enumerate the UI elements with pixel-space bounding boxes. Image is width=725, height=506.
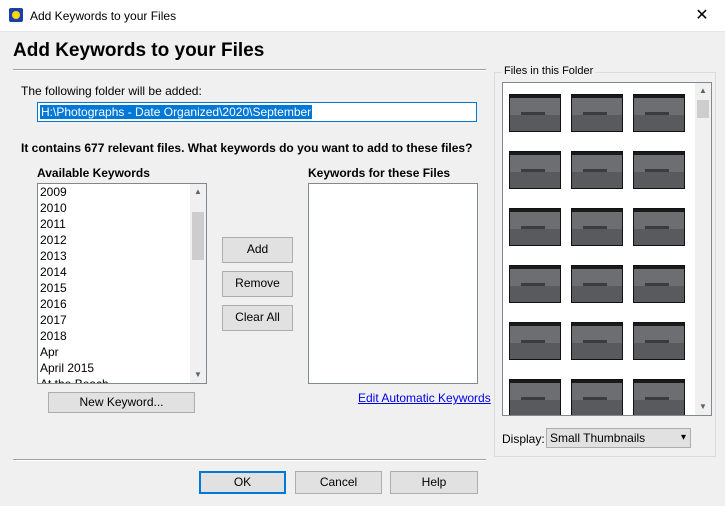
file-thumbnail[interactable] — [571, 208, 623, 246]
close-icon[interactable]: ✕ — [679, 0, 725, 31]
list-item[interactable]: 2013 — [38, 248, 190, 264]
list-item[interactable]: 2017 — [38, 312, 190, 328]
file-thumbnail[interactable] — [509, 94, 561, 132]
help-button[interactable]: Help — [390, 471, 478, 494]
window-title: Add Keywords to your Files — [30, 9, 177, 23]
file-thumbnail[interactable] — [509, 208, 561, 246]
edit-automatic-keywords-link[interactable]: Edit Automatic Keywords — [358, 391, 491, 405]
available-keywords-label: Available Keywords — [37, 166, 150, 180]
list-item[interactable]: Apr — [38, 344, 190, 360]
file-thumbnail[interactable] — [633, 208, 685, 246]
clear-all-button[interactable]: Clear All — [222, 305, 293, 331]
file-thumbnail[interactable] — [509, 322, 561, 360]
file-thumbnail[interactable] — [571, 94, 623, 132]
files-group-label: Files in this Folder — [502, 65, 596, 77]
thumbnail-scrollbar[interactable]: ▲ ▼ — [695, 83, 711, 415]
title-divider — [13, 69, 486, 71]
app-star-icon — [9, 8, 23, 22]
scroll-thumb[interactable] — [192, 211, 204, 260]
list-item[interactable]: 2016 — [38, 296, 190, 312]
file-thumbnail[interactable] — [571, 322, 623, 360]
available-keywords-scrollbar[interactable]: ▲ ▼ — [190, 184, 206, 383]
add-button[interactable]: Add — [222, 237, 293, 263]
remove-button[interactable]: Remove — [222, 271, 293, 297]
list-item[interactable]: 2014 — [38, 264, 190, 280]
available-keywords-items: 2009 2010 2011 2012 2013 2014 2015 2016 2017 2018… — [38, 184, 190, 383]
display-value: Small Thumbnails — [550, 431, 646, 445]
file-thumbnail[interactable] — [633, 151, 685, 189]
display-label: Display: — [502, 432, 545, 446]
folder-path-text: H:\Photographs - Date Organized\2020\Sep… — [40, 105, 313, 119]
list-item[interactable]: 2011 — [38, 216, 190, 232]
list-item[interactable]: 2015 — [38, 280, 190, 296]
chevron-up-icon[interactable]: ▲ — [190, 184, 206, 200]
list-item[interactable]: 2012 — [38, 232, 190, 248]
chevron-up-icon[interactable]: ▲ — [695, 83, 711, 99]
footer-divider — [13, 459, 486, 461]
summary-text: It contains 677 relevant files. What key… — [21, 141, 473, 155]
title-bar: Add Keywords to your Files ✕ — [0, 0, 725, 32]
file-thumbnail[interactable] — [509, 379, 561, 415]
page-title: Add Keywords to your Files — [13, 40, 265, 61]
scroll-thumb[interactable] — [697, 100, 709, 118]
file-thumbnail[interactable] — [633, 265, 685, 303]
ok-button[interactable]: OK — [199, 471, 286, 494]
chevron-down-icon: ▾ — [680, 432, 686, 443]
file-thumbnail[interactable] — [633, 322, 685, 360]
chevron-down-icon[interactable]: ▼ — [190, 367, 206, 383]
file-thumbnail[interactable] — [509, 265, 561, 303]
cancel-button[interactable]: Cancel — [295, 471, 382, 494]
list-item[interactable]: April 2015 — [38, 360, 190, 376]
assigned-keywords-label: Keywords for these Files — [308, 166, 451, 180]
folder-path-field[interactable]: H:\Photographs - Date Organized\2020\Sep… — [37, 102, 477, 122]
display-select[interactable]: Small Thumbnails ▾ — [546, 428, 691, 448]
assigned-keywords-list[interactable] — [308, 183, 478, 384]
chevron-down-icon[interactable]: ▼ — [695, 399, 711, 415]
available-keywords-list[interactable]: 2009 2010 2011 2012 2013 2014 2015 2016 2017 2018… — [37, 183, 207, 384]
thumbnail-panel[interactable]: ▲ ▼ — [502, 82, 712, 416]
folder-label: The following folder will be added: — [21, 84, 202, 98]
new-keyword-button[interactable]: New Keyword... — [48, 392, 195, 413]
file-thumbnail[interactable] — [633, 94, 685, 132]
file-thumbnail[interactable] — [633, 379, 685, 415]
file-thumbnail[interactable] — [571, 379, 623, 415]
list-item[interactable]: At the Beach — [38, 376, 190, 383]
file-thumbnail[interactable] — [571, 151, 623, 189]
list-item[interactable]: 2010 — [38, 200, 190, 216]
file-thumbnail[interactable] — [509, 151, 561, 189]
list-item[interactable]: 2018 — [38, 328, 190, 344]
list-item[interactable]: 2009 — [38, 184, 190, 200]
file-thumbnail[interactable] — [571, 265, 623, 303]
